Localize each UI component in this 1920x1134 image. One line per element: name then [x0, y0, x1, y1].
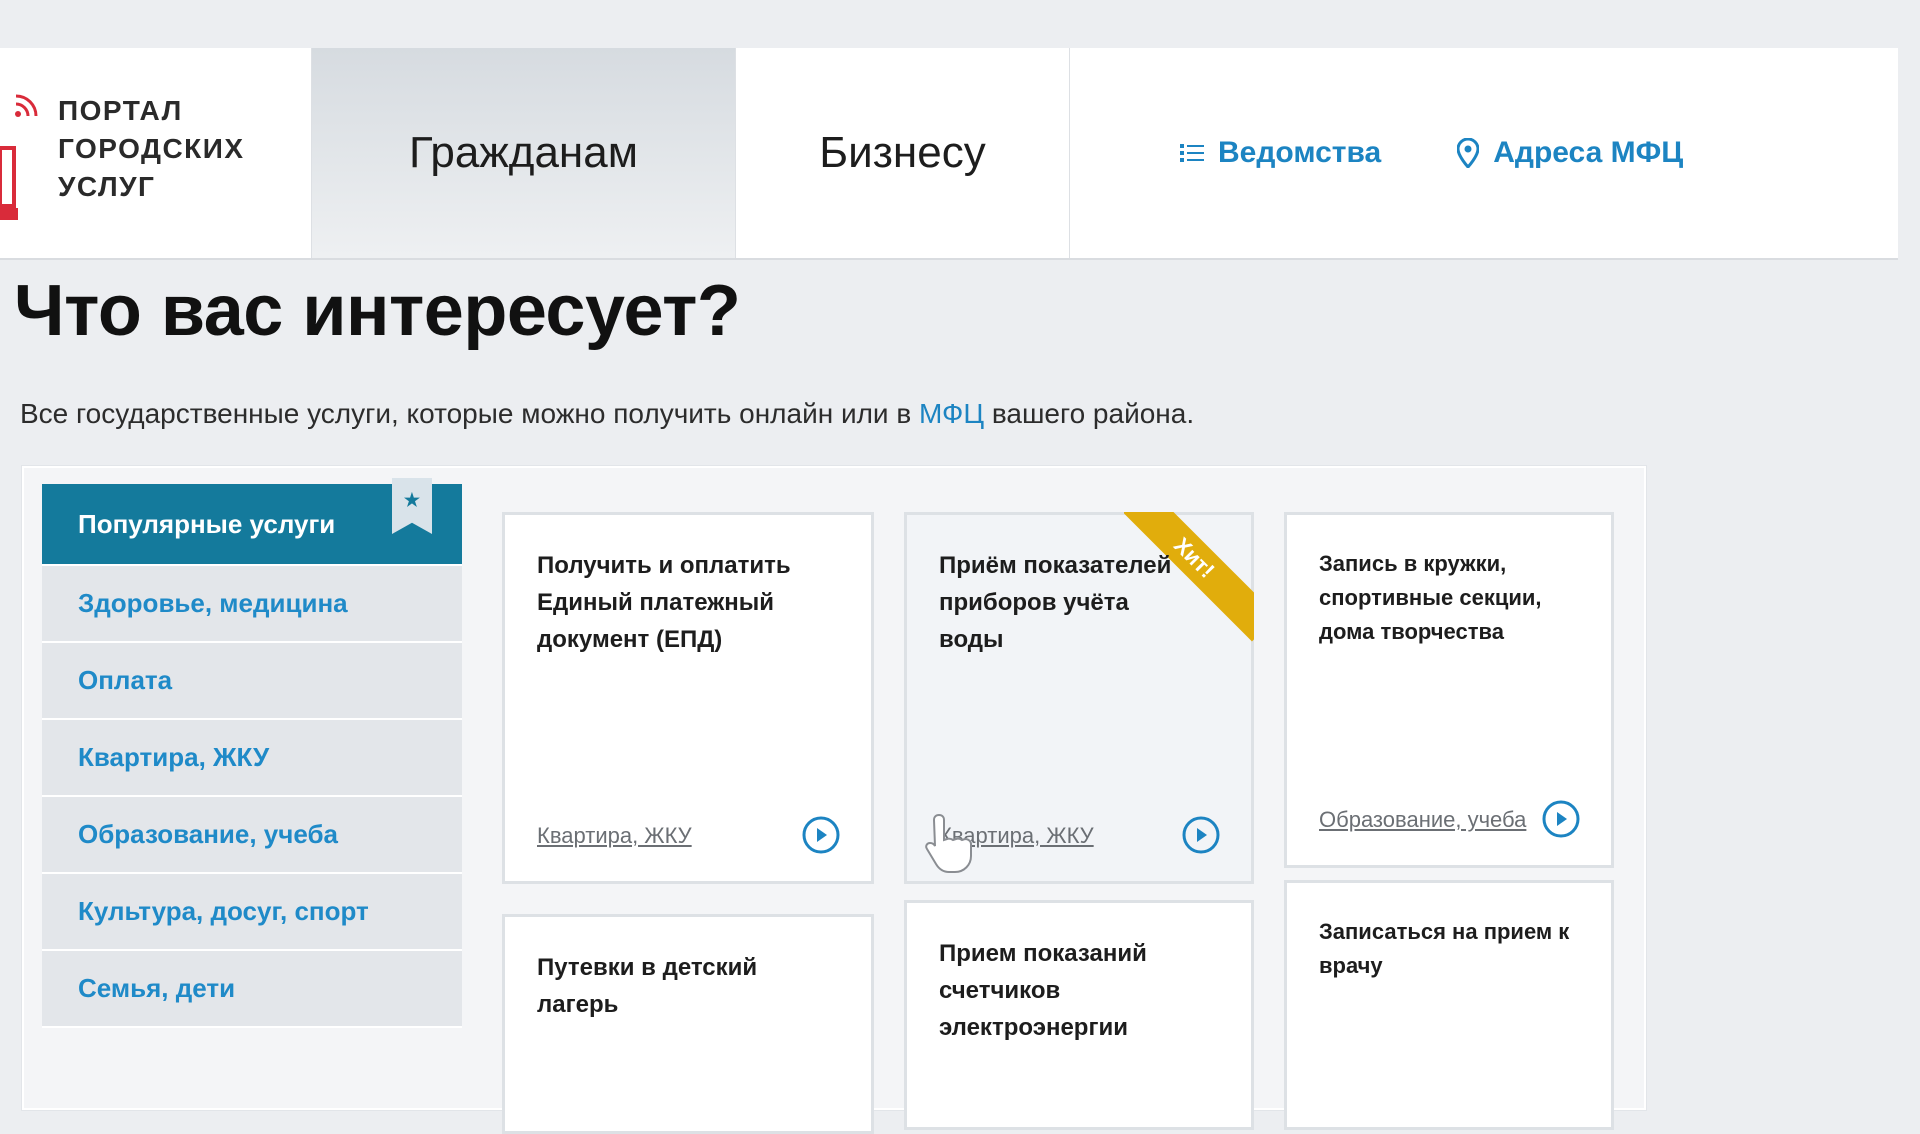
mfc-link[interactable]: МФЦ	[919, 398, 984, 429]
signal-icon	[15, 94, 38, 117]
card-title: Путевки в детский лагерь	[537, 954, 758, 1018]
list-icon	[1180, 144, 1204, 162]
header-links: Ведомства Адреса МФЦ	[1070, 48, 1898, 258]
page-title: Что вас интересует?	[14, 271, 741, 351]
card-title: Приём показателей приборов учёта воды	[939, 552, 1172, 653]
tab-business[interactable]: Бизнесу	[736, 48, 1070, 258]
card-title: Получить и оплатить Единый платежный док…	[537, 552, 791, 653]
top-header: ПОРТАЛ ГОРОДСКИХ УСЛУГ Гражданам Бизнесу…	[0, 48, 1898, 260]
subtitle-text-end: вашего района.	[991, 398, 1195, 429]
logo-line: ГОРОДСКИХ	[58, 133, 245, 164]
services-panel: Популярные услуги ★ Здоровье, медицина О…	[22, 466, 1646, 1134]
play-circle-icon[interactable]	[801, 815, 841, 855]
logo-line: ПОРТАЛ	[58, 95, 183, 126]
play-circle-icon[interactable]	[1181, 815, 1221, 855]
service-card[interactable]: Запись в кружки, спортивные секции, дома…	[1284, 512, 1614, 868]
card-category-link[interactable]: Образование, учеба	[1319, 807, 1526, 833]
sidebar-item-family[interactable]: Семья, дети	[42, 951, 462, 1028]
sidebar-item-culture[interactable]: Культура, досуг, спорт	[42, 874, 462, 951]
departments-link[interactable]: Ведомства	[1180, 136, 1381, 170]
sidebar-item-health[interactable]: Здоровье, медицина	[42, 566, 462, 643]
service-card[interactable]: Хит! Приём показателей приборов учёта во…	[904, 512, 1254, 884]
tab-citizens[interactable]: Гражданам	[312, 48, 736, 258]
page-subtitle: Все государственные услуги, которые можн…	[20, 398, 1194, 430]
mfc-addresses-label: Адреса МФЦ	[1493, 136, 1684, 169]
service-card[interactable]: Записаться на прием к врачу	[1284, 880, 1614, 1130]
sidebar-item-education[interactable]: Образование, учеба	[42, 797, 462, 874]
card-title: Записаться на прием к врачу	[1319, 919, 1570, 978]
logo-line: УСЛУГ	[58, 171, 156, 202]
portal-logo[interactable]: ПОРТАЛ ГОРОДСКИХ УСЛУГ	[0, 48, 312, 258]
service-card[interactable]: Прием показаний счетчиков электроэнергии	[904, 900, 1254, 1130]
card-title: Запись в кружки, спортивные секции, дома…	[1319, 551, 1542, 644]
sidebar-item-housing[interactable]: Квартира, ЖКУ	[42, 720, 462, 797]
mfc-addresses-link[interactable]: Адреса МФЦ	[1457, 136, 1683, 170]
logo-icon	[0, 146, 18, 220]
subtitle-text: Все государственные услуги, которые можн…	[20, 398, 912, 429]
play-circle-icon[interactable]	[1541, 799, 1581, 839]
category-sidebar: Популярные услуги ★ Здоровье, медицина О…	[42, 478, 462, 1028]
bookmark-star-icon: ★	[392, 478, 432, 534]
map-pin-icon	[1457, 138, 1480, 168]
departments-label: Ведомства	[1218, 136, 1382, 169]
card-category-link[interactable]: Квартира, ЖКУ	[537, 823, 692, 849]
sidebar-item-popular[interactable]: Популярные услуги ★	[42, 478, 462, 566]
service-card[interactable]: Получить и оплатить Единый платежный док…	[502, 512, 874, 884]
service-card[interactable]: Путевки в детский лагерь	[502, 914, 874, 1134]
hand-cursor-icon	[925, 813, 972, 873]
sidebar-item-payment[interactable]: Оплата	[42, 643, 462, 720]
sidebar-item-label: Популярные услуги	[78, 508, 336, 539]
card-title: Прием показаний счетчиков электроэнергии	[939, 940, 1147, 1041]
logo-text: ПОРТАЛ ГОРОДСКИХ УСЛУГ	[58, 92, 245, 206]
